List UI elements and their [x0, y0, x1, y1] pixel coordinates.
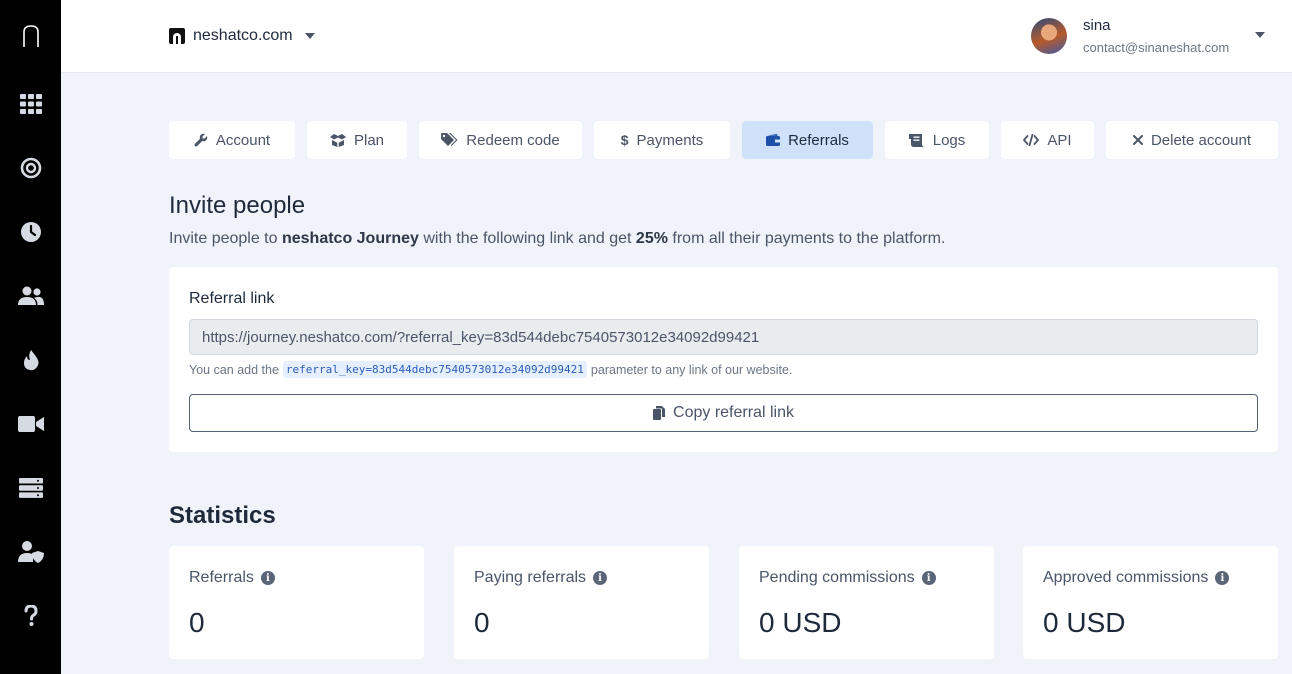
stat-label: Pending commissions	[759, 569, 915, 586]
users-icon	[17, 286, 44, 305]
tags-icon	[441, 133, 458, 146]
stat-label: Approved commissions	[1043, 569, 1209, 586]
tab-logs[interactable]: Logs	[885, 121, 989, 159]
sidebar-item-team[interactable]	[0, 276, 61, 316]
referral-link-field[interactable]	[189, 319, 1258, 355]
chevron-down-icon	[1255, 32, 1265, 38]
stat-card-pending-commissions: Pending commissions i 0 USD	[739, 546, 994, 659]
referral-key-code: referral_key=83d544debc7540573012e34092d…	[282, 361, 587, 378]
desc-text: from all their payments to the platform.	[667, 230, 946, 247]
tab-label: Referrals	[788, 131, 849, 149]
sidebar-item-video[interactable]	[0, 404, 61, 444]
info-icon[interactable]: i	[593, 571, 608, 585]
stat-value: 0 USD	[1043, 607, 1126, 638]
n-logo-icon	[22, 25, 39, 47]
desc-text: Invite people to	[169, 230, 282, 247]
tab-redeem-code[interactable]: Redeem code	[419, 121, 582, 159]
info-icon[interactable]: i	[1215, 571, 1230, 585]
user-email: contact@sinaneshat.com	[1083, 39, 1230, 55]
workspace-logo-icon	[169, 28, 185, 44]
commission-percent: 25%	[635, 230, 668, 247]
sidebar-item-help[interactable]	[0, 596, 61, 636]
brand-name: neshatco Journey	[281, 230, 419, 247]
invite-title: Invite people	[169, 192, 306, 219]
stat-card-paying-referrals: Paying referrals i 0	[454, 546, 709, 659]
info-icon[interactable]: i	[260, 571, 275, 585]
tab-label: API	[1047, 131, 1072, 149]
tab-label: Plan	[353, 131, 385, 149]
chevron-down-icon	[304, 33, 315, 39]
tab-label: Redeem code	[466, 131, 560, 149]
invite-description: Invite people to neshatco Journey with t…	[169, 230, 945, 248]
tab-account[interactable]: Account	[169, 121, 295, 159]
workspace-switcher[interactable]: neshatco.com	[169, 24, 315, 48]
stat-value: 0	[189, 607, 205, 638]
copy-icon	[653, 406, 666, 420]
tab-api[interactable]: API	[1001, 121, 1094, 159]
wrench-icon	[194, 133, 208, 147]
code-icon	[1023, 134, 1040, 146]
x-icon	[1132, 135, 1143, 145]
copy-button-label: Copy referral link	[673, 404, 794, 421]
wallet-icon	[766, 134, 781, 146]
app-logo[interactable]	[0, 14, 61, 58]
tab-label: Logs	[932, 131, 966, 149]
clock-icon	[20, 222, 41, 242]
info-icon[interactable]: i	[921, 571, 936, 585]
stat-value: 0	[474, 607, 490, 638]
referral-help-text: You can add the referral_key=83d544debc7…	[189, 361, 792, 378]
user-name: sina	[1083, 16, 1111, 34]
video-icon	[17, 416, 44, 432]
referral-card: Referral link You can add the referral_k…	[169, 267, 1278, 452]
desc-text: with the following link and get	[418, 230, 636, 247]
dollar-icon: $	[620, 132, 629, 148]
sidebar-item-history[interactable]	[0, 212, 61, 252]
sidebar-item-target[interactable]	[0, 148, 61, 188]
box-icon	[329, 133, 346, 147]
tab-payments[interactable]: $ Payments	[594, 121, 730, 159]
tab-plan[interactable]: Plan	[307, 121, 407, 159]
top-header: neshatco.com sina contact@sinaneshat.com	[61, 0, 1292, 73]
tab-delete-account[interactable]: Delete account	[1106, 121, 1278, 159]
stat-label: Paying referrals	[474, 569, 587, 586]
help-text: You can add the	[189, 362, 279, 377]
tab-label: Delete account	[1150, 131, 1252, 149]
help-text: parameter to any link of our website.	[590, 362, 793, 377]
sidebar-item-admin[interactable]	[0, 532, 61, 572]
tab-referrals[interactable]: Referrals	[742, 121, 873, 159]
tab-label: Account	[215, 131, 271, 149]
stat-value: 0 USD	[759, 607, 842, 638]
statistics-title: Statistics	[169, 502, 276, 529]
stat-card-referrals: Referrals i 0	[169, 546, 424, 659]
server-icon	[18, 478, 43, 498]
stat-label: Referrals	[189, 569, 254, 586]
user-menu[interactable]: sina contact@sinaneshat.com	[1031, 14, 1265, 58]
sidebar	[0, 0, 61, 674]
help-icon	[24, 605, 38, 626]
tab-label: Payments	[636, 131, 704, 149]
target-icon	[20, 157, 41, 179]
workspace-name: neshatco.com	[193, 27, 293, 44]
avatar	[1031, 18, 1067, 54]
user-shield-icon	[17, 541, 44, 563]
sidebar-item-servers[interactable]	[0, 468, 61, 508]
apps-grid-icon	[19, 94, 42, 114]
copy-referral-link-button[interactable]: Copy referral link	[189, 394, 1258, 432]
sidebar-item-trending[interactable]	[0, 340, 61, 380]
stat-card-approved-commissions: Approved commissions i 0 USD	[1023, 546, 1278, 659]
referral-link-label: Referral link	[189, 290, 275, 307]
receipt-icon	[908, 134, 925, 147]
sidebar-item-apps[interactable]	[0, 84, 61, 124]
fire-icon	[23, 350, 38, 371]
